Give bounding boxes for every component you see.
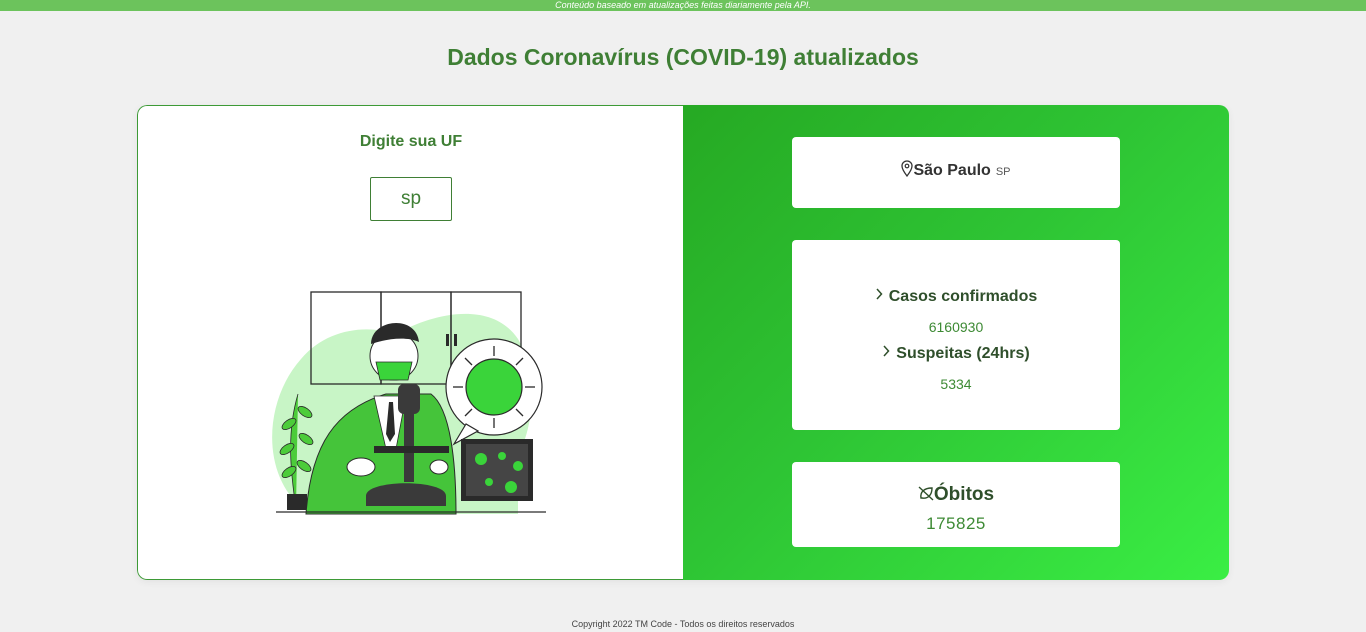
suspects-heading: Suspeitas (24hrs) bbox=[792, 345, 1120, 363]
confirmed-cases-value: 6160930 bbox=[928, 319, 984, 335]
state-uf: SP bbox=[995, 166, 1011, 178]
search-panel: Digite sua UF bbox=[137, 105, 683, 580]
top-banner: Conteúdo baseado em atualizações feitas … bbox=[0, 0, 1366, 11]
location-row: São Paulo SP bbox=[792, 160, 1120, 180]
results-panel: São Paulo SP Casos confirmados 6160930 Su… bbox=[683, 105, 1229, 580]
chevron-right-icon bbox=[883, 345, 890, 357]
deaths-card: Óbitos 175825 bbox=[792, 462, 1120, 547]
scientist-microscope-illustration bbox=[272, 291, 546, 515]
page-title: Dados Coronavírus (COVID-19) atualizados bbox=[447, 44, 919, 70]
deaths-value: 175825 bbox=[926, 514, 986, 533]
footer-copyright: Copyright 2022 TM Code - Todos os direit… bbox=[571, 619, 795, 629]
location-card: São Paulo SP bbox=[792, 137, 1120, 208]
map-pin-icon bbox=[901, 160, 914, 177]
confirmed-cases-label: Casos confirmados bbox=[888, 288, 1038, 305]
chevron-right-icon bbox=[876, 288, 883, 300]
confirmed-cases-heading: Casos confirmados bbox=[792, 288, 1120, 306]
suspects-value: 5334 bbox=[940, 376, 972, 392]
uf-input[interactable] bbox=[370, 177, 452, 221]
uf-label: Digite sua UF bbox=[359, 133, 463, 150]
deaths-heading: Óbitos bbox=[792, 484, 1120, 506]
main-card: Digite sua UF sp São Paulo SP Casos conf… bbox=[137, 105, 1229, 580]
leaf-off-icon bbox=[918, 486, 934, 501]
cases-card: Casos confirmados 6160930 Suspeitas (24h… bbox=[792, 240, 1120, 430]
deaths-label: Óbitos bbox=[933, 484, 995, 505]
suspects-label: Suspeitas (24hrs) bbox=[896, 345, 1030, 362]
state-name: São Paulo bbox=[913, 162, 991, 179]
